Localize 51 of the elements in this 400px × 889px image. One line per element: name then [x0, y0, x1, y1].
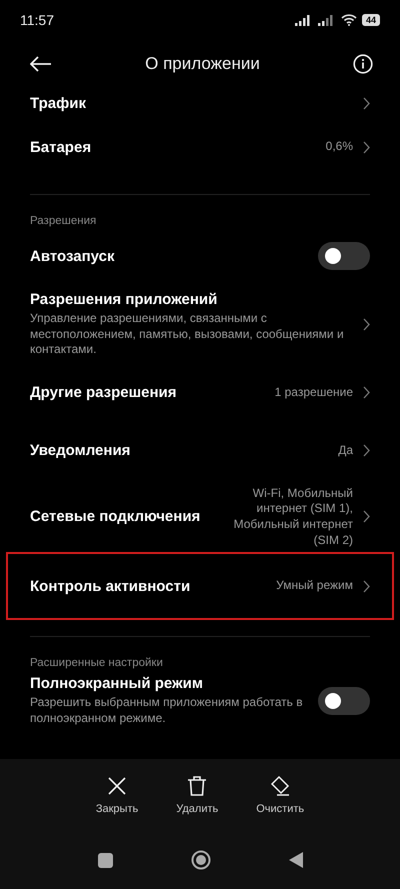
back-icon[interactable] — [288, 852, 302, 868]
row-description: Разрешить выбранным приложениям работать в полноэкранном режиме. — [30, 695, 304, 726]
settings-row[interactable]: Сетевые подключения Wi-Fi, Мобильный интернет (SIM 1), Мобильный интернет (SIM 2) — [30, 480, 370, 554]
row-title: Сетевые подключения — [30, 508, 202, 526]
settings-row[interactable]: Контроль активности Умный режим — [8, 554, 392, 618]
settings-row[interactable]: Полноэкранный режим Разрешить выбранным приложениям работать в полноэкранном режиме. — [30, 669, 370, 732]
settings-row[interactable]: Батарея 0,6% — [30, 118, 370, 176]
settings-row[interactable]: Автозапуск — [30, 227, 370, 285]
recent-apps-icon[interactable] — [98, 852, 112, 868]
screen-title: О приложении — [145, 54, 260, 74]
row-title: Трафик — [30, 94, 87, 112]
section-header: Разрешения — [30, 214, 98, 227]
trash-icon — [186, 775, 208, 797]
row-value: Wi-Fi, Мобильный интернет (SIM 1), Мобильный интернет (SIM 2) — [232, 486, 353, 548]
chevron-icon — [363, 510, 370, 524]
battery-indicator: 44 — [362, 14, 380, 26]
section-header: Расширенные настройки — [30, 656, 164, 670]
back-arrow-icon[interactable] — [30, 56, 52, 72]
row-title: Уведомления — [30, 442, 132, 460]
chevron-icon — [363, 444, 370, 458]
row-title: Автозапуск — [30, 248, 116, 264]
row-value: 1 разрешение — [274, 384, 353, 401]
action-button[interactable]: Очистить — [256, 775, 304, 815]
home-icon[interactable] — [190, 850, 210, 870]
row-title: Другие разрешения — [30, 384, 178, 402]
chevron-icon — [363, 318, 370, 331]
info-icon[interactable] — [353, 54, 373, 74]
action-button[interactable]: Закрыть — [96, 775, 138, 815]
chevron-icon — [363, 96, 370, 110]
settings-row[interactable]: Уведомления Да — [30, 422, 370, 480]
row-title: Разрешения приложений — [30, 291, 218, 308]
toggle-switch[interactable] — [318, 686, 370, 715]
row-description: Управление разрешениями, связанными с местоположением, памятью, вызовами, сообщениями и контактами. — [30, 311, 345, 358]
row-value: 0,6% — [326, 139, 353, 155]
chevron-icon — [363, 140, 370, 154]
eraser-icon — [269, 775, 292, 797]
status-time: 11:57 — [20, 12, 54, 28]
row-title: Контроль активности — [30, 578, 192, 595]
action-button[interactable]: Удалить — [176, 775, 218, 815]
toggle-switch[interactable] — [318, 242, 370, 270]
row-value: Да — [338, 442, 353, 459]
close-icon — [106, 775, 128, 797]
settings-row[interactable]: Разрешения приложений Управление разрешениями, связанными с местоположением, памятью, вызовами, сообщениями и контактами. — [30, 285, 370, 364]
row-title: Полноэкранный режим — [30, 675, 204, 692]
row-title: Батарея — [30, 138, 92, 156]
settings-row[interactable]: Другие разрешения 1 разрешение — [30, 364, 370, 422]
chevron-icon — [363, 580, 370, 593]
row-value: Умный режим — [276, 578, 353, 594]
wifi-icon — [340, 14, 357, 26]
settings-row[interactable]: Трафик — [30, 88, 370, 118]
chevron-icon — [363, 386, 370, 400]
